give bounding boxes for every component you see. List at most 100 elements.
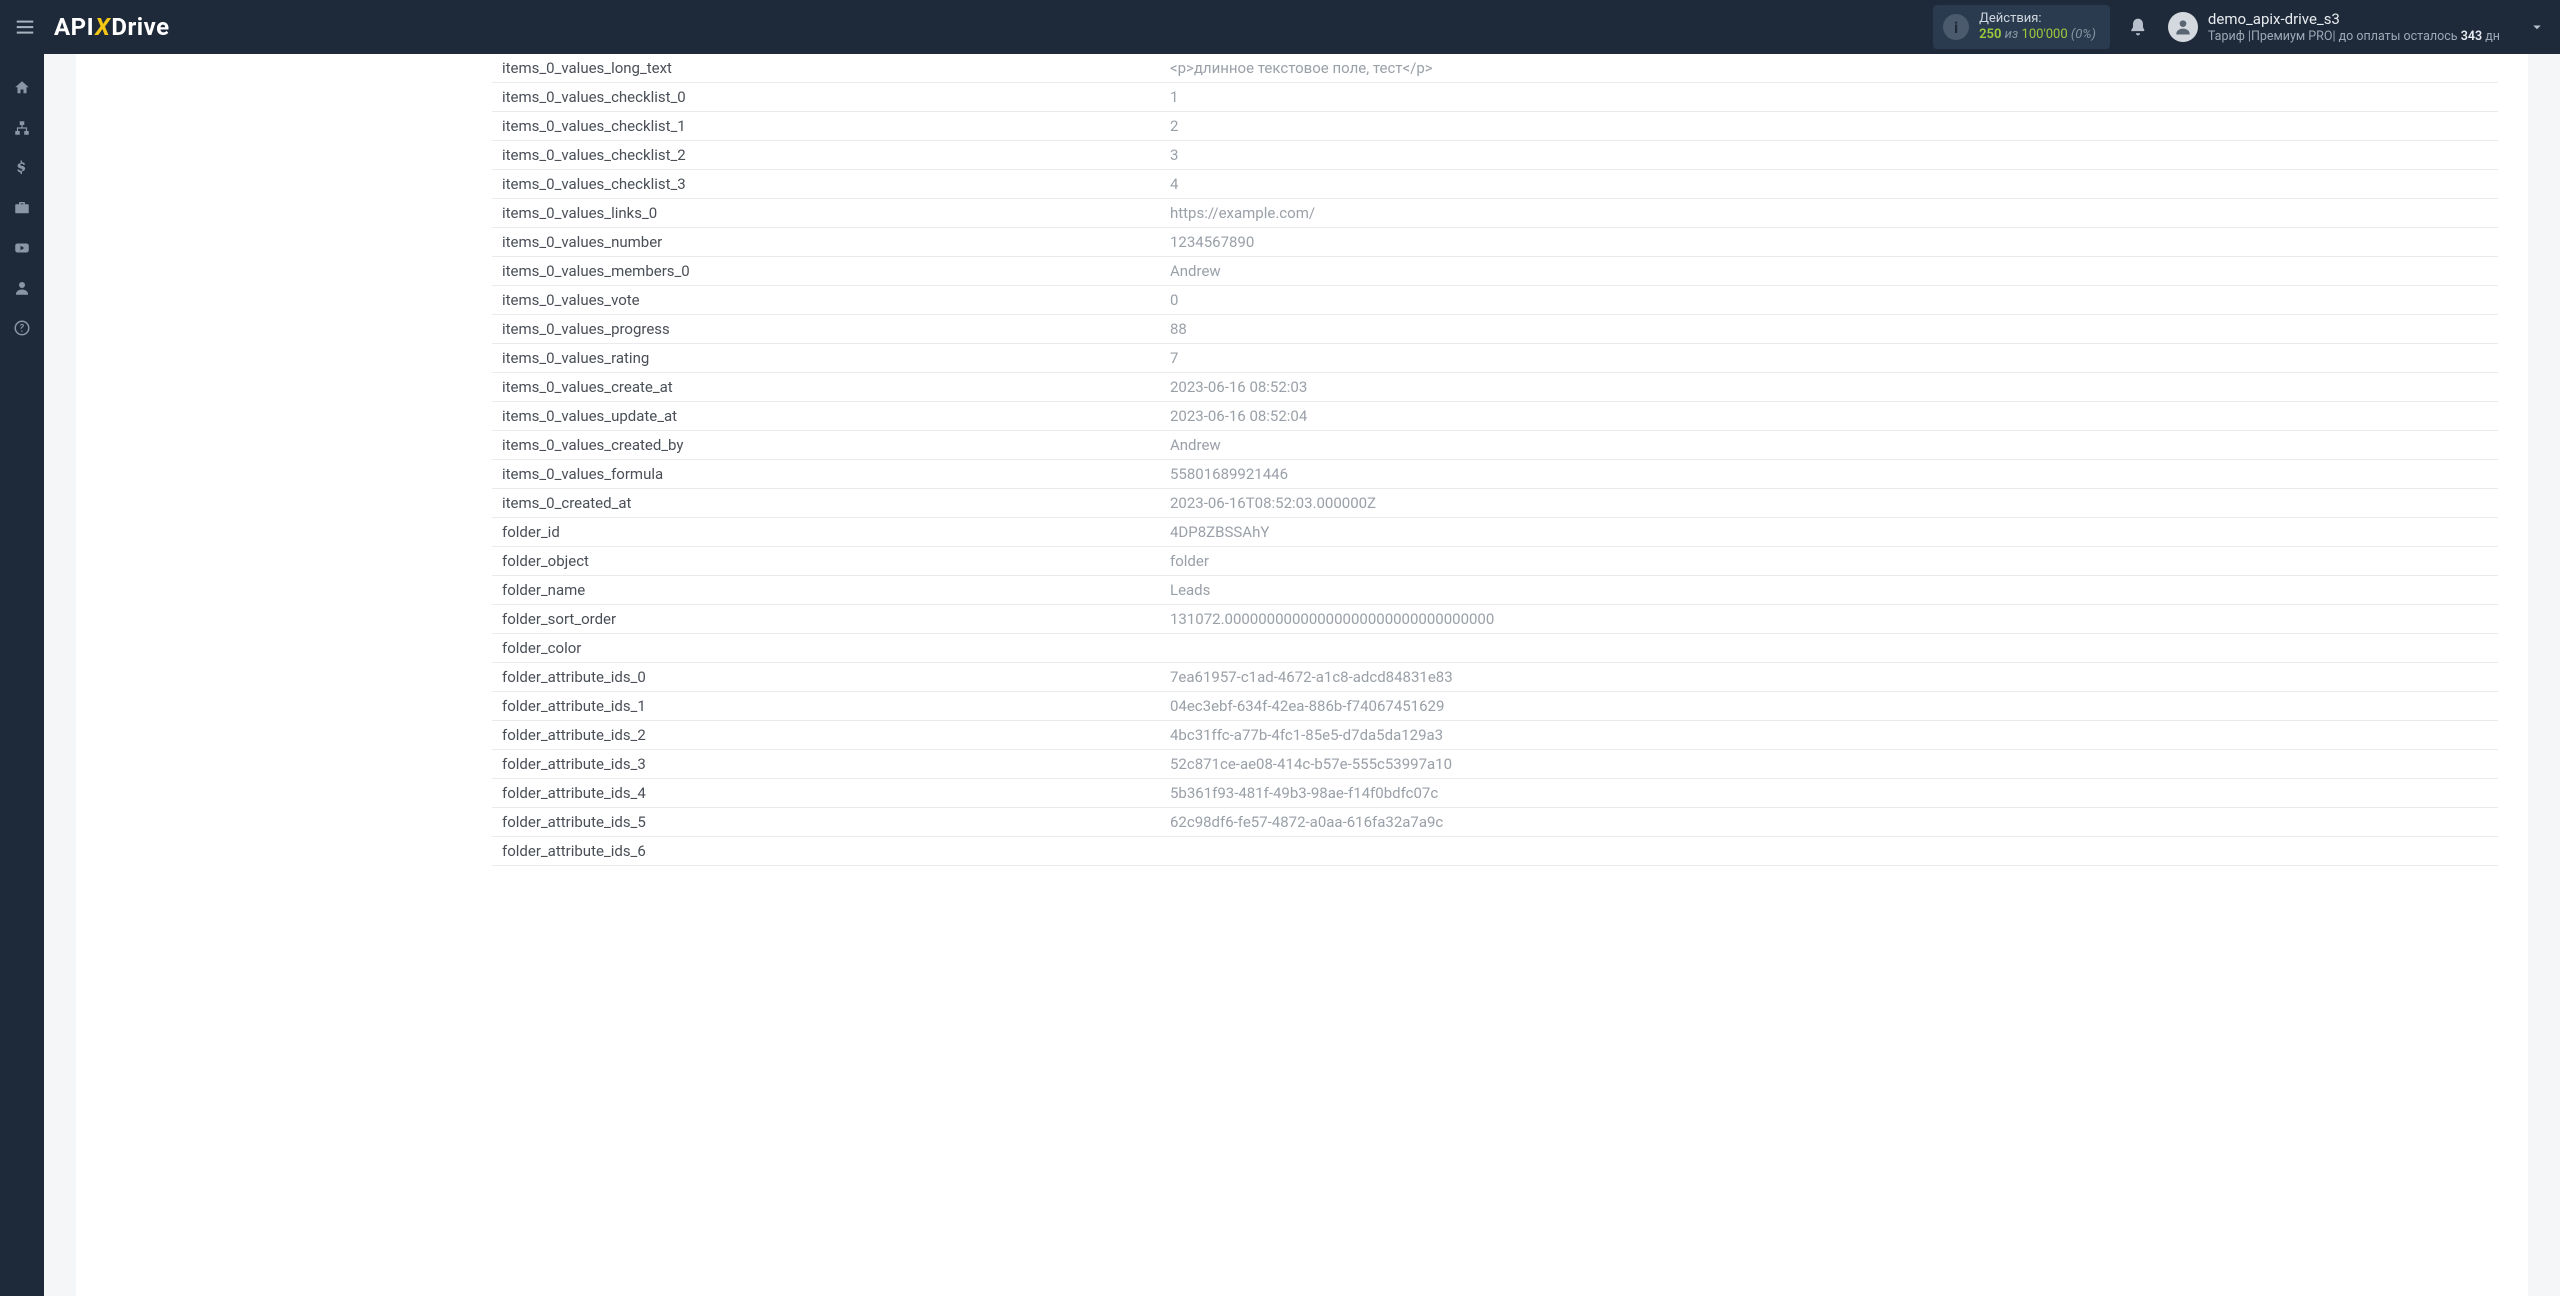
nav-video[interactable] xyxy=(0,228,44,268)
question-icon xyxy=(13,319,31,337)
home-icon xyxy=(13,79,31,97)
field-value: 55801689921446 xyxy=(1160,460,2498,489)
table-row: folder_attribute_ids_07ea61957-c1ad-4672… xyxy=(492,663,2498,692)
table-row: items_0_values_links_0https://example.co… xyxy=(492,199,2498,228)
data-fields-table: items_0_values_long_text<p>длинное текст… xyxy=(492,54,2498,866)
content-panel: items_0_values_long_text<p>длинное текст… xyxy=(76,54,2528,1296)
dollar-icon xyxy=(13,159,31,177)
field-value: 131072.00000000000000000000000000000000 xyxy=(1160,605,2498,634)
table-row: folder_objectfolder xyxy=(492,547,2498,576)
field-value: 4DP8ZBSSAhY xyxy=(1160,518,2498,547)
field-key: items_0_values_created_by xyxy=(492,431,1160,460)
table-row: items_0_values_long_text<p>длинное текст… xyxy=(492,54,2498,83)
field-value: folder xyxy=(1160,547,2498,576)
side-nav xyxy=(0,54,44,1296)
field-value: 1234567890 xyxy=(1160,228,2498,257)
field-key: items_0_values_checklist_3 xyxy=(492,170,1160,199)
field-key: items_0_created_at xyxy=(492,489,1160,518)
field-value: 1 xyxy=(1160,83,2498,112)
field-value: 4bc31ffc-a77b-4fc1-85e5-d7da5da129a3 xyxy=(1160,721,2498,750)
field-value xyxy=(1160,837,2498,866)
table-row: folder_color xyxy=(492,634,2498,663)
table-row: items_0_values_checklist_01 xyxy=(492,83,2498,112)
field-key: items_0_values_long_text xyxy=(492,54,1160,83)
main-content: items_0_values_long_text<p>длинное текст… xyxy=(44,54,2560,1296)
nav-home[interactable] xyxy=(0,68,44,108)
field-value: 52c871ce-ae08-414c-b57e-555c53997a10 xyxy=(1160,750,2498,779)
field-key: items_0_values_rating xyxy=(492,344,1160,373)
field-key: folder_attribute_ids_5 xyxy=(492,808,1160,837)
actions-value: 250 из 100'000 (0%) xyxy=(1979,27,2096,43)
field-key: folder_attribute_ids_1 xyxy=(492,692,1160,721)
bell-icon xyxy=(2128,17,2148,37)
avatar xyxy=(2168,12,2198,42)
table-row: items_0_values_update_at2023-06-16 08:52… xyxy=(492,402,2498,431)
field-key: folder_name xyxy=(492,576,1160,605)
field-key: items_0_values_progress xyxy=(492,315,1160,344)
table-row: items_0_created_at2023-06-16T08:52:03.00… xyxy=(492,489,2498,518)
field-value: 5b361f93-481f-49b3-98ae-f14f0bdfc07c xyxy=(1160,779,2498,808)
table-row: folder_nameLeads xyxy=(492,576,2498,605)
field-value: Andrew xyxy=(1160,257,2498,286)
field-value: 2023-06-16 08:52:04 xyxy=(1160,402,2498,431)
field-key: folder_attribute_ids_2 xyxy=(492,721,1160,750)
field-value: <p>длинное текстовое поле, тест</p> xyxy=(1160,54,2498,83)
field-key: folder_object xyxy=(492,547,1160,576)
field-key: items_0_values_checklist_1 xyxy=(492,112,1160,141)
field-key: items_0_values_update_at xyxy=(492,402,1160,431)
table-row: folder_id4DP8ZBSSAhY xyxy=(492,518,2498,547)
field-key: folder_color xyxy=(492,634,1160,663)
field-value: Andrew xyxy=(1160,431,2498,460)
field-value: 4 xyxy=(1160,170,2498,199)
nav-help[interactable] xyxy=(0,308,44,348)
top-bar: APIXDrive i Действия: 250 из 100'000 (0%… xyxy=(0,0,2560,54)
table-row: items_0_values_checklist_12 xyxy=(492,112,2498,141)
field-key: folder_attribute_ids_3 xyxy=(492,750,1160,779)
nav-billing[interactable] xyxy=(0,148,44,188)
table-row: items_0_values_formula55801689921446 xyxy=(492,460,2498,489)
field-value: 3 xyxy=(1160,141,2498,170)
sitemap-icon xyxy=(13,119,31,137)
notifications-button[interactable] xyxy=(2128,17,2148,37)
field-key: items_0_values_vote xyxy=(492,286,1160,315)
table-row: folder_attribute_ids_6 xyxy=(492,837,2498,866)
table-row: items_0_values_checklist_34 xyxy=(492,170,2498,199)
menu-toggle-button[interactable] xyxy=(14,16,36,38)
briefcase-icon xyxy=(13,199,31,217)
field-key: folder_sort_order xyxy=(492,605,1160,634)
info-icon: i xyxy=(1943,14,1969,40)
youtube-icon xyxy=(13,239,31,257)
field-value: 2023-06-16T08:52:03.000000Z xyxy=(1160,489,2498,518)
logo[interactable]: APIXDrive xyxy=(54,13,170,41)
field-value: 0 xyxy=(1160,286,2498,315)
field-key: items_0_values_create_at xyxy=(492,373,1160,402)
field-key: items_0_values_checklist_0 xyxy=(492,83,1160,112)
table-row: items_0_values_checklist_23 xyxy=(492,141,2498,170)
table-row: items_0_values_progress88 xyxy=(492,315,2498,344)
logo-drive: Drive xyxy=(111,13,169,41)
field-key: folder_attribute_ids_0 xyxy=(492,663,1160,692)
user-tariff: Тариф |Премиум PRO| до оплаты осталось 3… xyxy=(2208,29,2500,45)
user-menu[interactable]: demo_apix-drive_s3 Тариф |Премиум PRO| д… xyxy=(2168,10,2546,44)
logo-x: X xyxy=(95,13,110,41)
user-icon xyxy=(13,279,31,297)
table-row: items_0_values_members_0Andrew xyxy=(492,257,2498,286)
nav-connections[interactable] xyxy=(0,108,44,148)
field-value: 04ec3ebf-634f-42ea-886b-f74067451629 xyxy=(1160,692,2498,721)
nav-briefcase[interactable] xyxy=(0,188,44,228)
user-menu-chevron[interactable] xyxy=(2528,18,2546,36)
field-value: 2 xyxy=(1160,112,2498,141)
field-key: items_0_values_number xyxy=(492,228,1160,257)
actions-label: Действия: xyxy=(1979,11,2096,27)
hamburger-icon xyxy=(14,16,36,38)
table-row: folder_attribute_ids_562c98df6-fe57-4872… xyxy=(492,808,2498,837)
actions-counter[interactable]: i Действия: 250 из 100'000 (0%) xyxy=(1933,5,2110,48)
field-value: 2023-06-16 08:52:03 xyxy=(1160,373,2498,402)
field-key: folder_attribute_ids_6 xyxy=(492,837,1160,866)
table-row: folder_sort_order131072.0000000000000000… xyxy=(492,605,2498,634)
nav-profile[interactable] xyxy=(0,268,44,308)
person-icon xyxy=(2173,17,2193,37)
table-row: folder_attribute_ids_104ec3ebf-634f-42ea… xyxy=(492,692,2498,721)
table-row: items_0_values_created_byAndrew xyxy=(492,431,2498,460)
field-value xyxy=(1160,634,2498,663)
